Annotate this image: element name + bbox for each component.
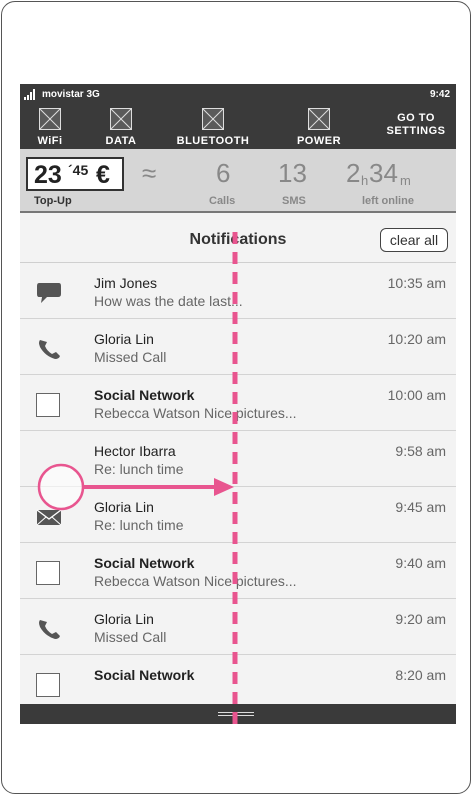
credit-summary-bar: 23 ´45 € Top-Up ≈ 6 Calls 13 SMS 2 h 34 … [20, 149, 456, 211]
signal-strength-icon [24, 89, 38, 100]
data-toggle[interactable]: DATA [86, 108, 156, 148]
notification-title: Social Network [94, 555, 195, 571]
data-icon [110, 108, 132, 130]
carrier-name: movistar 3G [42, 89, 100, 100]
notification-subtitle: Missed Call [94, 349, 167, 365]
wifi-toggle[interactable]: WiFi [20, 108, 85, 148]
bluetooth-icon [202, 108, 224, 130]
sms-label: SMS [282, 195, 306, 207]
notification-subtitle: Rebecca Watson Nice pictures... [94, 573, 297, 589]
balance-box[interactable]: 23 ´45 € [26, 157, 124, 191]
notification-row[interactable]: Gloria Lin Missed Call 9:20 am [20, 599, 456, 655]
go-to-settings-line1: GO TO [397, 112, 435, 124]
balance-decimals: ´45 [68, 162, 89, 178]
notifications-header: Notifications clear all [20, 213, 456, 263]
notification-subtitle: Rebecca Watson Nice pictures... [94, 405, 297, 421]
notification-row[interactable]: Jim Jones How was the date last... 10:35 a… [20, 263, 456, 319]
notification-row[interactable]: Social Network Rebecca Watson Nice pictur… [20, 375, 456, 431]
status-clock: 9:42 [429, 89, 450, 100]
data-label: DATA [105, 135, 137, 147]
notification-title: Social Network [94, 387, 195, 403]
notification-row[interactable]: Gloria Lin Missed Call 10:20 am [20, 319, 456, 375]
minutes-value: 34 [369, 158, 398, 188]
notification-time: 8:20 am [395, 667, 446, 683]
notification-title: Jim Jones [94, 275, 158, 291]
calls-label: Calls [209, 195, 236, 207]
notification-title: Gloria Lin [94, 331, 154, 347]
notification-subtitle: Missed Call [94, 629, 167, 645]
online-label: left online [362, 195, 414, 207]
calls-value: 6 [216, 158, 231, 188]
sms-value: 13 [278, 158, 307, 188]
notification-time: 9:20 am [395, 611, 446, 627]
notification-time: 9:45 am [395, 499, 446, 515]
phone-screen: movistar 3G 9:42 WiFi DATA BLUETOOTH POW… [20, 84, 456, 724]
clear-all-button[interactable]: clear all [380, 228, 448, 252]
notifications-panel: Notifications clear all Jim Jones How was… [20, 211, 456, 704]
status-bar: movistar 3G 9:42 [20, 84, 456, 104]
swipe-gesture-indicator [37, 463, 234, 511]
wifi-label: WiFi [37, 135, 63, 147]
notification-time: 10:00 am [387, 387, 446, 403]
bluetooth-label: BLUETOOTH [176, 135, 250, 147]
notification-time: 10:20 am [387, 331, 446, 347]
power-toggle[interactable]: POWER [284, 108, 354, 148]
notification-time: 10:35 am [387, 275, 446, 291]
balance-integer: 23 [34, 161, 62, 189]
checkbox-icon [36, 673, 62, 697]
notification-title: Hector Ibarra [94, 443, 176, 459]
notification-subtitle: How was the date last... [94, 293, 243, 309]
drawer-handle[interactable] [20, 704, 456, 724]
balance-currency: € [96, 161, 110, 189]
hours-value: 2 [346, 158, 361, 188]
notification-row[interactable]: Social Network 8:20 am [20, 655, 456, 704]
chat-bubble-icon [36, 281, 62, 305]
wifi-icon [39, 108, 61, 130]
notification-time: 9:58 am [395, 443, 446, 459]
notification-subtitle: Re: lunch time [94, 517, 184, 533]
notification-title: Social Network [94, 667, 195, 683]
notification-title: Gloria Lin [94, 611, 154, 627]
phone-frame: movistar 3G 9:42 WiFi DATA BLUETOOTH POW… [1, 1, 471, 794]
minutes-unit: m [400, 173, 411, 188]
checkbox-icon [36, 561, 62, 585]
hours-unit: h [361, 173, 369, 188]
topup-label: Top-Up [34, 195, 72, 207]
go-to-settings-line2: SETTINGS [386, 125, 446, 137]
approx-symbol: ≈ [142, 158, 157, 188]
go-to-settings-button[interactable]: GO TO SETTINGS [380, 112, 452, 138]
phone-icon [36, 617, 62, 641]
quick-toggles-bar: WiFi DATA BLUETOOTH POWER GO TO SETTINGS [20, 104, 456, 149]
power-icon [308, 108, 330, 130]
notification-time: 9:40 am [395, 555, 446, 571]
notification-row[interactable]: Social Network Rebecca Watson Nice pictur… [20, 543, 456, 599]
power-label: POWER [296, 135, 342, 147]
checkbox-icon [36, 393, 62, 417]
bluetooth-toggle[interactable]: BLUETOOTH [170, 108, 256, 148]
phone-icon [36, 337, 62, 361]
